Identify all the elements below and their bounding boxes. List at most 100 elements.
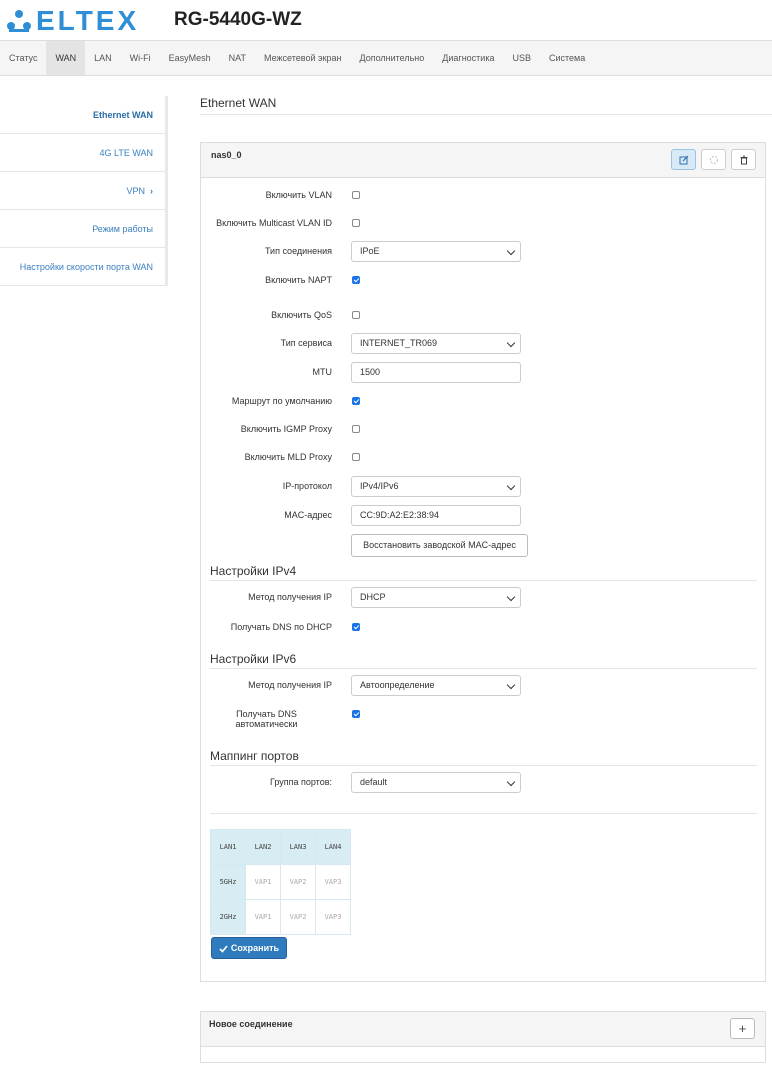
edit-button[interactable] [671,149,696,170]
divider [210,813,757,814]
port-cell-2ghz-vap2[interactable]: VAP2 [280,899,316,935]
service-type-label: Тип сервиса [280,338,332,348]
device-model: RG-5440G-WZ [174,9,302,30]
mac-address-label: MAC-адрес [284,510,332,520]
ipv4-dns-label: Получать DNS по DHCP [230,622,332,632]
sidebar-item-label: 4G LTE WAN [99,147,153,158]
ipv4-dns-checkbox[interactable] [352,623,360,631]
port-cell-5ghz-vap2[interactable]: VAP2 [280,864,316,900]
connection-panel: nas0_0 Включить VLAN Включить Multicast … [200,142,766,982]
panel-header: nas0_0 [201,143,765,178]
selected-value: Автоопределение [360,680,435,690]
restore-mac-button[interactable]: Восстановить заводской MAC-адрес [351,534,528,557]
port-cell-2ghz-vap1[interactable]: VAP1 [245,899,281,935]
ip-protocol-select[interactable]: IPv4/IPv6 [351,476,521,497]
port-cell-lan2[interactable]: LAN2 [245,829,281,865]
port-cell-lan1[interactable]: LAN1 [210,829,246,865]
checkmark-icon [219,944,228,953]
trash-icon [740,155,747,164]
chevron-right-icon: › [150,185,153,196]
port-group-select[interactable]: default [351,772,521,793]
mld-proxy-checkbox[interactable] [352,453,360,461]
selected-value: IPoE [360,246,380,256]
tab-easymesh[interactable]: EasyMesh [160,41,220,75]
sidebar-item-label: Ethernet WAN [92,109,153,120]
tab-wifi[interactable]: Wi-Fi [121,41,160,75]
qos-label: Включить QoS [271,310,332,320]
port-mapping-grid: LAN1 LAN2 LAN3 LAN4 5GHz VAP1 VAP2 VAP3 … [210,829,351,935]
ipv6-dns-label: Получать DNS автоматически [201,709,332,729]
tab-lan[interactable]: LAN [85,41,121,75]
napt-label: Включить NAPT [265,275,332,285]
mtu-input[interactable]: 1500 [351,362,521,383]
multicast-vlan-label: Включить Multicast VLAN ID [216,218,332,228]
port-mapping-section-title: Маппинг портов [210,749,757,766]
ipv6-dns-checkbox[interactable] [352,710,360,718]
ipv6-dns-label-line1: Получать DNS [236,709,297,719]
tab-nat[interactable]: NAT [220,41,255,75]
sidebar-item-vpn[interactable]: VPN › [0,172,168,210]
ipv6-method-select[interactable]: Автоопределение [351,675,521,696]
chevron-down-icon [506,338,516,348]
sidebar-item-wan-port-speed[interactable]: Настройки скорости порта WAN [0,248,168,286]
refresh-button[interactable] [701,149,726,170]
brand-logo: ELTEX [6,5,140,36]
default-route-label: Маршрут по умолчанию [231,396,332,406]
sidebar-item-work-mode[interactable]: Режим работы [0,210,168,248]
selected-value: DHCP [360,592,386,602]
sidebar-item-label: Режим работы [92,223,153,234]
connection-type-select[interactable]: IPoE [351,241,521,262]
port-cell-5ghz-vap3[interactable]: VAP3 [315,864,351,900]
tab-status[interactable]: Статус [0,41,46,75]
port-cell-2ghz[interactable]: 2GHz [210,899,246,935]
panel-header: Новое соединение + [201,1012,765,1047]
port-cell-lan4[interactable]: LAN4 [315,829,351,865]
port-cell-lan3[interactable]: LAN3 [280,829,316,865]
ip-protocol-label: IP-протокол [282,481,332,491]
ipv6-method-label: Метод получения IP [248,680,332,690]
sidebar-item-ethernet-wan[interactable]: Ethernet WAN [0,96,168,134]
selected-value: default [360,777,388,787]
service-type-select[interactable]: INTERNET_TR069 [351,333,521,354]
tab-usb[interactable]: USB [503,41,540,75]
save-button-label: Сохранить [230,943,280,953]
port-cell-5ghz-vap1[interactable]: VAP1 [245,864,281,900]
chevron-down-icon [506,680,516,690]
tab-diagnostics[interactable]: Диагностика [433,41,503,75]
logo-text: ELTEX [36,5,140,36]
spinner-icon [709,155,718,164]
new-connection-panel: Новое соединение + [200,1011,766,1063]
tab-system[interactable]: Система [540,41,594,75]
chevron-down-icon [506,246,516,256]
add-connection-button[interactable]: + [730,1018,755,1039]
ipv6-section-title: Настройки IPv6 [210,652,757,669]
ipv4-method-select[interactable]: DHCP [351,587,521,608]
top-navigation: Статус WAN LAN Wi-Fi EasyMesh NAT Межсет… [0,40,772,76]
tab-firewall[interactable]: Межсетевой экран [255,41,350,75]
multicast-vlan-checkbox[interactable] [352,219,360,227]
sidebar-item-label: Настройки скорости порта WAN [19,261,153,272]
port-cell-2ghz-vap3[interactable]: VAP3 [315,899,351,935]
new-connection-title: Новое соединение [209,1019,293,1029]
igmp-proxy-checkbox[interactable] [352,425,360,433]
divider [200,114,772,115]
mld-proxy-label: Включить MLD Proxy [244,452,332,462]
mac-address-input[interactable]: CC:9D:A2:E2:38:94 [351,505,521,526]
napt-checkbox[interactable] [352,276,360,284]
default-route-checkbox[interactable] [352,397,360,405]
tab-advanced[interactable]: Дополнительно [351,41,434,75]
connection-type-label: Тип соединения [264,246,332,256]
sidebar-item-lte-wan[interactable]: 4G LTE WAN [0,134,168,172]
delete-button[interactable] [731,149,756,170]
vlan-checkbox[interactable] [352,191,360,199]
ipv6-dns-label-line2: автоматически [235,719,298,729]
port-group-label: Группа портов: [269,777,332,787]
tab-wan[interactable]: WAN [46,41,86,75]
edit-icon [679,155,688,164]
qos-checkbox[interactable] [352,311,360,319]
save-button[interactable]: Сохранить [211,937,287,959]
selected-value: INTERNET_TR069 [360,338,438,348]
ipv4-section-title: Настройки IPv4 [210,564,757,581]
port-cell-5ghz[interactable]: 5GHz [210,864,246,900]
ipv4-method-label: Метод получения IP [248,592,332,602]
